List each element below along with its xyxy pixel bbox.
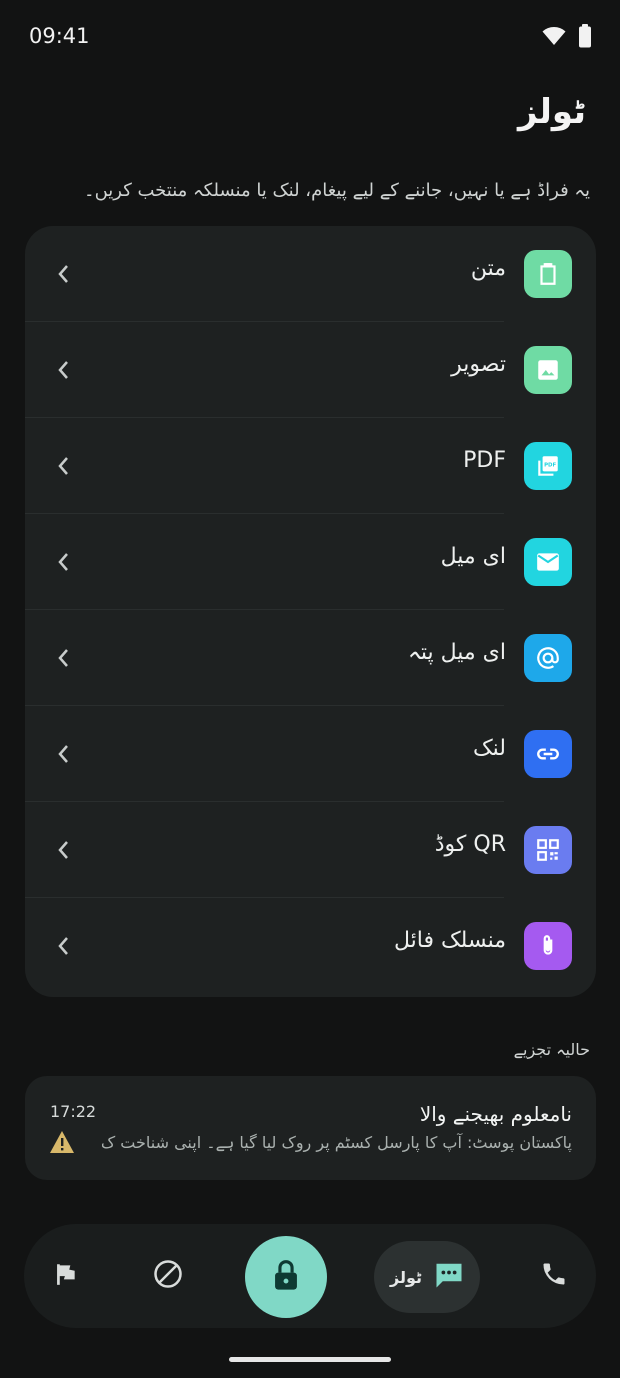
block-icon	[153, 1259, 183, 1293]
tool-label: منسلک فائل	[393, 928, 506, 953]
status-bar: 09:41	[0, 0, 620, 76]
chevron-left-icon	[55, 836, 71, 864]
wifi-icon	[542, 26, 566, 50]
tool-label: QR کوڈ	[434, 832, 506, 857]
tool-row-image[interactable]: تصویر	[25, 322, 596, 418]
recent-title: نامعلوم بھیجنے والا	[419, 1102, 572, 1126]
tool-row-email-address[interactable]: ای میل پتہ	[25, 610, 596, 706]
warning-icon	[49, 1130, 75, 1154]
page-title: ٹولز	[518, 92, 586, 132]
recent-preview: پاکستان پوسٹ: آپ کا پارسل کسٹم پر روک لی…	[102, 1133, 572, 1152]
nav-calls-button[interactable]	[538, 1260, 570, 1292]
tool-row-attachment[interactable]: منسلک فائل	[25, 898, 596, 994]
chevron-left-icon	[55, 356, 71, 384]
page-subtitle: یہ فراڈ ہے یا نہیں، جاننے کے لیے پیغام، …	[84, 180, 590, 201]
chevron-left-icon	[55, 932, 71, 960]
tool-row-text[interactable]: متن	[25, 226, 596, 322]
screen: 09:41 ٹولز یہ فراڈ ہے یا نہیں، جاننے کے …	[0, 0, 620, 1378]
chevron-left-icon	[55, 260, 71, 288]
nav-blocked-button[interactable]	[152, 1260, 184, 1292]
recent-section-label: حالیہ تجزیے	[513, 1040, 590, 1059]
status-icons	[542, 24, 592, 52]
lock-icon	[271, 1258, 301, 1296]
chat-icon	[434, 1261, 464, 1293]
tools-list: متن تصویر PDF PDF ای میل ای میل پتہ لنک …	[25, 226, 596, 997]
svg-text:PDF: PDF	[544, 463, 556, 469]
chevron-left-icon	[55, 452, 71, 480]
nav-protect-button[interactable]	[245, 1236, 327, 1318]
at-icon	[524, 634, 572, 682]
tool-label: تصویر	[451, 352, 506, 377]
pdf-icon: PDF	[524, 442, 572, 490]
tool-label: ای میل	[440, 544, 506, 569]
nav-report-button[interactable]	[50, 1260, 82, 1292]
paperclip-icon	[524, 922, 572, 970]
phone-icon	[540, 1260, 568, 1292]
recent-analysis-item[interactable]: نامعلوم بھیجنے والا پاکستان پوسٹ: آپ کا …	[25, 1076, 596, 1180]
flag-icon	[53, 1261, 79, 1291]
status-time: 09:41	[29, 24, 90, 48]
chevron-left-icon	[55, 548, 71, 576]
tool-label: PDF	[463, 448, 506, 473]
recent-time: 17:22	[50, 1102, 97, 1121]
tool-label: متن	[470, 256, 506, 281]
qr-icon	[524, 826, 572, 874]
tool-row-qr-code[interactable]: QR کوڈ	[25, 802, 596, 898]
nav-tools-label: ٹولز	[390, 1267, 422, 1287]
tool-row-link[interactable]: لنک	[25, 706, 596, 802]
home-indicator[interactable]	[229, 1357, 391, 1362]
link-icon	[524, 730, 572, 778]
chevron-left-icon	[55, 740, 71, 768]
mail-icon	[524, 538, 572, 586]
battery-icon	[578, 24, 592, 52]
tool-row-pdf[interactable]: PDF PDF	[25, 418, 596, 514]
clipboard-icon	[524, 250, 572, 298]
tool-label: ای میل پتہ	[407, 640, 506, 665]
chevron-left-icon	[55, 644, 71, 672]
nav-tools-button[interactable]: ٹولز	[374, 1241, 480, 1313]
image-icon	[524, 346, 572, 394]
bottom-nav: ٹولز	[24, 1224, 596, 1328]
tool-row-email[interactable]: ای میل	[25, 514, 596, 610]
tool-label: لنک	[472, 736, 506, 761]
